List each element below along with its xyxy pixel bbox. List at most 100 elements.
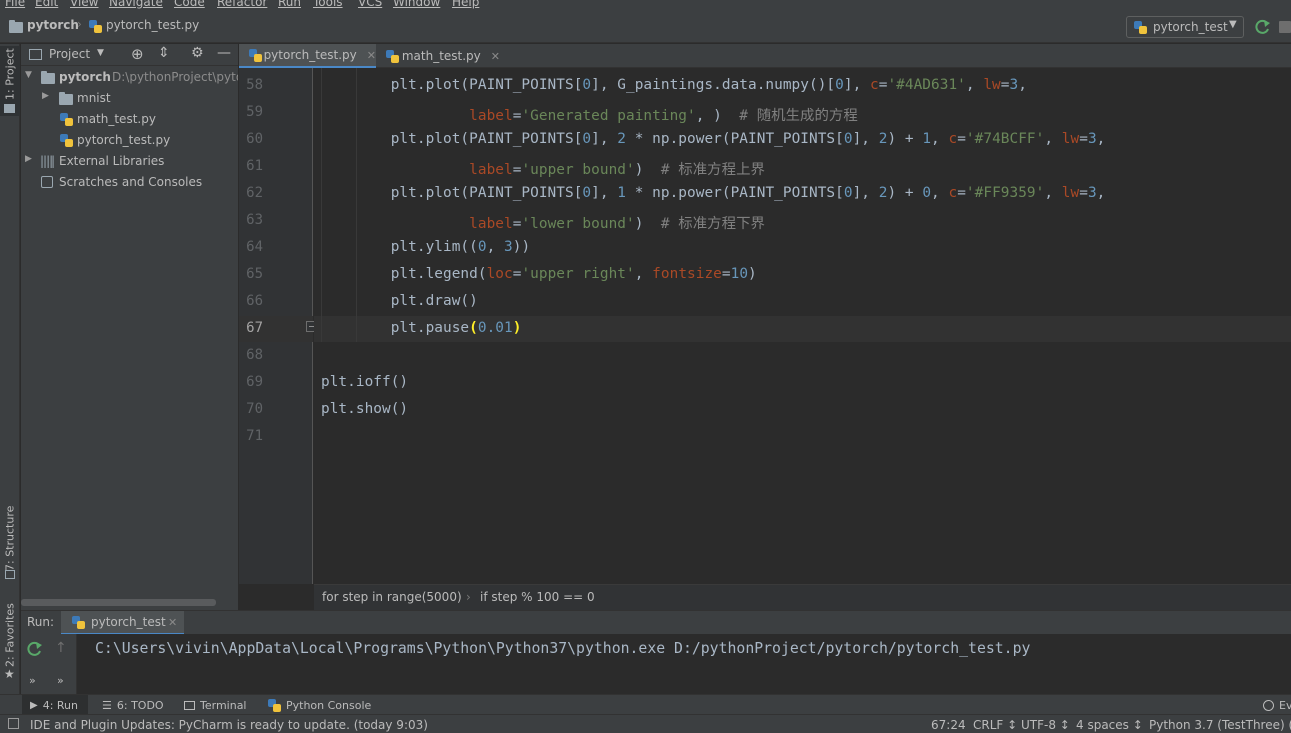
run-tab-pytorch-test[interactable]: pytorch_test ✕ [61,611,184,635]
more-icon[interactable]: » [57,674,64,687]
menu-refactor[interactable]: Refactor [217,0,267,9]
folder-icon [9,20,23,33]
tree-item-math-test[interactable]: math_test.py [21,109,238,130]
horizontal-scrollbar[interactable] [21,599,216,606]
nav-file[interactable]: pytorch_test.py [106,18,199,32]
close-icon[interactable]: ✕ [367,49,376,62]
python-file-icon [89,20,102,33]
code-line: plt.legend(loc='upper right', fontsize=1… [321,266,757,282]
menu-file[interactable]: File [5,0,25,9]
line-number: 68 [246,347,263,363]
tree-item-path: D:\pythonProject\pytorch [112,70,238,84]
line-number: 65 [246,266,263,282]
line-number: 70 [246,401,263,417]
dropdown-arrow-icon[interactable]: ▼ [97,48,104,58]
project-view-icon [29,49,42,60]
code-line: plt.plot(PAINT_POINTS[0], G_paintings.da… [321,77,1027,93]
console-output[interactable]: C:\Users\vivin\AppData\Local\Programs\Py… [95,640,1030,657]
folder-icon [41,71,55,84]
tree-item-label: pytorch_test.py [77,133,171,147]
breadcrumb-item[interactable]: if step % 100 == 0 [480,590,595,604]
locate-icon[interactable]: ⊕ [131,45,144,63]
event-log-icon [1263,699,1274,711]
tool-tab-label: Terminal [200,698,247,712]
tool-window-bar: ▶ 4: Run ☰ 6: TODO Terminal Python Conso… [0,694,1291,715]
rerun-icon[interactable] [1255,19,1271,35]
collapse-all-icon[interactable]: ⇕ [158,45,170,61]
indent-setting[interactable]: 4 spaces ↕ [1076,718,1143,732]
project-panel: Project ▼ ⊕ ⇕ ⚙ — ▼ pytorch D:\pythonPro… [21,44,238,610]
tab-label: math_test.py [401,49,481,63]
close-icon[interactable]: ✕ [491,50,500,63]
run-config-selector[interactable]: pytorch_test ▼ [1126,16,1244,38]
close-icon[interactable]: ✕ [168,616,177,629]
rerun-icon[interactable] [27,641,43,657]
editor-tab-math-test[interactable]: math_test.py ✕ [376,44,500,68]
python-file-icon [386,49,399,63]
tool-tab-python-console[interactable]: Python Console [268,695,371,715]
menu-edit[interactable]: Edit [35,0,58,9]
scratches-icon [41,176,53,188]
menu-tools[interactable]: Tools [313,0,343,9]
structure-tool-tab[interactable]: 7: Structure [0,500,20,576]
tool-tab-run[interactable]: ▶ 4: Run [22,695,88,715]
menu-bar: File Edit View Navigate Code Refactor Ru… [0,0,1291,10]
tree-item-label: pytorch [59,70,111,84]
tree-item-external-libraries[interactable]: ▶ |||‖ External Libraries [21,151,238,172]
hide-icon[interactable]: — [217,45,231,61]
line-separator[interactable]: CRLF ↕ [973,718,1017,732]
expanded-arrow-icon[interactable]: ▼ [25,70,32,80]
stop-icon[interactable] [1278,19,1291,35]
favorites-tool-tab[interactable]: 2: Favorites [0,599,20,671]
menu-vcs[interactable]: VCS [358,0,382,9]
folder-icon [59,92,73,105]
python-interpreter[interactable]: Python 3.7 (TestThree) (2) [1149,718,1291,732]
tree-item-label: math_test.py [77,112,156,126]
file-encoding[interactable]: UTF-8 ↕ [1021,718,1070,732]
status-toggle-icon[interactable] [8,718,19,729]
line-number: 61 [246,158,263,174]
arrow-up-icon[interactable]: ↑ [55,640,67,656]
menu-run[interactable]: Run [278,0,301,9]
run-label: Run: [27,615,55,629]
editor-tab-bar: pytorch_test.py ✕ math_test.py ✕ [239,44,1291,68]
gear-icon[interactable]: ⚙ [191,45,204,61]
menu-help[interactable]: Help [452,0,479,9]
nav-project[interactable]: pytorch [27,18,79,32]
project-view-title[interactable]: Project [49,47,90,61]
menu-window[interactable]: Window [393,0,440,9]
chevron-right-icon: › [77,17,82,31]
tool-tab-event-log[interactable]: Ev [1263,695,1291,715]
tree-item-scratches[interactable]: Scratches and Consoles [21,172,238,193]
tree-item-project-root[interactable]: ▼ pytorch D:\pythonProject\pytorch [21,67,238,88]
navigation-bar: pytorch › pytorch_test.py pytorch_test ▼ [0,10,1291,43]
tree-item-label: External Libraries [59,154,165,168]
run-panel-header: Run: pytorch_test ✕ [21,610,1291,635]
menu-navigate[interactable]: Navigate [109,0,163,9]
caret-position[interactable]: 67:24 [931,718,966,732]
line-number-current: 67 [246,320,263,336]
more-icon[interactable]: » [29,674,36,687]
breadcrumb-item[interactable]: for step in range(5000) [322,590,462,604]
menu-view[interactable]: View [70,0,98,9]
line-number: 58 [246,77,263,93]
code-editor[interactable]: plt.plot(PAINT_POINTS[0], G_paintings.da… [314,68,1291,584]
editor-tab-pytorch-test[interactable]: pytorch_test.py ✕ [239,44,376,68]
tool-tab-terminal[interactable]: Terminal [184,695,247,715]
project-tool-tab[interactable]: 1: Project [0,48,20,100]
terminal-icon [184,700,195,710]
status-message[interactable]: IDE and Plugin Updates: PyCharm is ready… [30,718,428,732]
play-icon: ▶ [30,699,38,711]
editor-gutter: 58 59 60 61 62 63 64 65 66 67 68 69 70 7… [239,68,317,584]
collapsed-arrow-icon[interactable]: ▶ [25,154,32,164]
tool-tab-todo[interactable]: ☰ 6: TODO [102,695,164,715]
line-number: 66 [246,293,263,309]
code-line: plt.ylim((0, 3)) [321,239,531,255]
collapsed-arrow-icon[interactable]: ▶ [42,91,49,101]
code-line: plt.plot(PAINT_POINTS[0], 2 * np.power(P… [321,131,1106,147]
tree-item-mnist[interactable]: ▶ mnist [21,88,238,109]
tree-item-pytorch-test[interactable]: pytorch_test.py [21,130,238,151]
editor-breadcrumb: for step in range(5000) › if step % 100 … [314,584,1291,610]
python-file-icon [60,113,73,126]
menu-code[interactable]: Code [174,0,205,9]
